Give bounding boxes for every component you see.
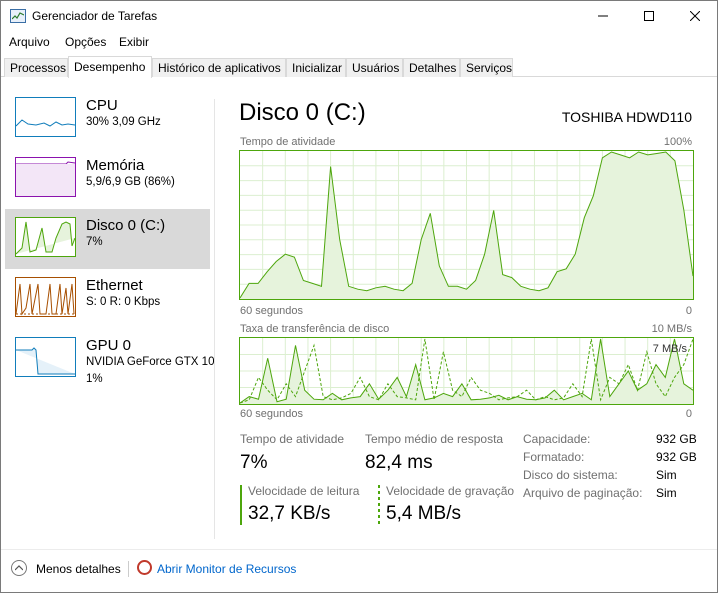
formatted-value: 932 GB: [656, 450, 697, 464]
device-model: TOSHIBA HDWD110: [561, 109, 692, 125]
page-title: Disco 0 (C:): [239, 99, 366, 126]
sidebar-item-ethernet[interactable]: Ethernet S: 0 R: 0 Kbps: [5, 269, 210, 329]
sidebar-detail: 7%: [86, 236, 103, 248]
sidebar-detail: 5,9/6,9 GB (86%): [86, 176, 175, 188]
read-speed-value: 32,7 KB/s: [248, 503, 331, 524]
sidebar-name: GPU 0: [86, 337, 132, 354]
sidebar-item-gpu[interactable]: GPU 0 NVIDIA GeForce GTX 1060 1%: [5, 329, 214, 389]
fewer-details-label[interactable]: Menos detalhes: [36, 562, 121, 576]
sidebar-detail: NVIDIA GeForce GTX 1060: [86, 356, 214, 368]
tab-desempenho[interactable]: Desempenho: [68, 56, 152, 78]
write-speed-value: 5,4 MB/s: [386, 503, 461, 524]
menu-exibir[interactable]: Exibir: [119, 35, 149, 49]
tab-bar: Processos Desempenho Histórico de aplica…: [1, 56, 717, 78]
graph1-time: 60 segundos: [240, 305, 303, 317]
memory-thumbnail-graph: [15, 157, 76, 197]
sidebar-name: Memória: [86, 157, 145, 174]
capacity-label: Capacidade:: [523, 432, 591, 446]
tab-detalhes[interactable]: Detalhes: [403, 58, 460, 77]
system-disk-label: Disco do sistema:: [523, 468, 618, 482]
task-manager-icon: [10, 9, 26, 23]
menu-bar: Arquivo Opções Exibir: [1, 32, 717, 52]
chevron-up-icon: [15, 565, 23, 571]
page-file-value: Sim: [656, 486, 677, 500]
resource-monitor-icon[interactable]: [137, 560, 152, 575]
tab-usuarios[interactable]: Usuários: [346, 58, 403, 77]
graph2-label: Taxa de transferência de disco: [240, 323, 390, 335]
sidebar-item-disco[interactable]: Disco 0 (C:) 7%: [5, 209, 210, 269]
ethernet-thumbnail-graph: [15, 277, 76, 317]
page-file-label: Arquivo de paginação:: [523, 486, 643, 500]
graph1-label: Tempo de atividade: [240, 136, 336, 148]
active-time-graph: [239, 150, 694, 300]
transfer-rate-graph: [239, 337, 694, 405]
sidebar-detail-secondary: 1%: [86, 373, 103, 385]
active-time-value: 7%: [240, 452, 268, 473]
sidebar-detail: 30% 3,09 GHz: [86, 116, 161, 128]
graph2-secondary-scale: 7 MB/s: [652, 343, 687, 355]
graph2-time: 60 segundos: [240, 408, 303, 420]
gpu-thumbnail-graph: [15, 337, 76, 377]
footer-divider-line: [1, 549, 717, 550]
response-time-value: 82,4 ms: [365, 452, 433, 473]
response-time-label: Tempo médio de resposta: [365, 432, 504, 446]
footer-separator: [128, 561, 129, 577]
resource-sidebar: CPU 30% 3,09 GHz Memória 5,9/6,9 GB (86%…: [5, 89, 214, 529]
close-button[interactable]: [672, 1, 718, 31]
read-speed-label: Velocidade de leitura: [248, 484, 360, 498]
read-speed-legend: [240, 485, 242, 525]
tab-inicializar[interactable]: Inicializar: [286, 58, 346, 77]
disk-thumbnail-graph: [15, 217, 76, 257]
sidebar-detail: S: 0 R: 0 Kbps: [86, 296, 161, 308]
window-title: Gerenciador de Tarefas: [32, 9, 158, 23]
write-speed-legend: [378, 485, 380, 525]
sidebar-name: CPU: [86, 97, 118, 114]
panel-divider: [214, 99, 215, 539]
tab-processos[interactable]: Processos: [4, 58, 68, 77]
sidebar-item-memoria[interactable]: Memória 5,9/6,9 GB (86%): [5, 149, 210, 209]
cpu-thumbnail-graph: [15, 97, 76, 137]
title-bar: Gerenciador de Tarefas: [1, 1, 717, 31]
menu-arquivo[interactable]: Arquivo: [9, 35, 50, 49]
capacity-value: 932 GB: [656, 432, 697, 446]
sidebar-name: Ethernet: [86, 277, 143, 294]
write-speed-label: Velocidade de gravação: [386, 484, 515, 498]
formatted-label: Formatado:: [523, 450, 585, 464]
active-time-label: Tempo de atividade: [240, 432, 345, 446]
sidebar-item-cpu[interactable]: CPU 30% 3,09 GHz: [5, 89, 210, 149]
menu-opcoes[interactable]: Opções: [65, 35, 106, 49]
maximize-button[interactable]: [626, 1, 672, 31]
open-resource-monitor-link[interactable]: Abrir Monitor de Recursos: [157, 562, 296, 576]
tab-historico[interactable]: Histórico de aplicativos: [152, 58, 286, 77]
graph1-min: 0: [685, 305, 692, 317]
sidebar-name: Disco 0 (C:): [86, 217, 166, 234]
tab-servicos[interactable]: Serviços: [460, 58, 513, 77]
system-disk-value: Sim: [656, 468, 677, 482]
fewer-details-button[interactable]: [11, 560, 27, 576]
graph2-max: 10 MB/s: [651, 323, 692, 335]
minimize-button[interactable]: [580, 1, 626, 31]
graph2-min: 0: [685, 408, 692, 420]
graph1-max: 100%: [663, 136, 692, 148]
task-manager-window: Gerenciador de Tarefas Arquivo Opções Ex…: [0, 0, 718, 593]
